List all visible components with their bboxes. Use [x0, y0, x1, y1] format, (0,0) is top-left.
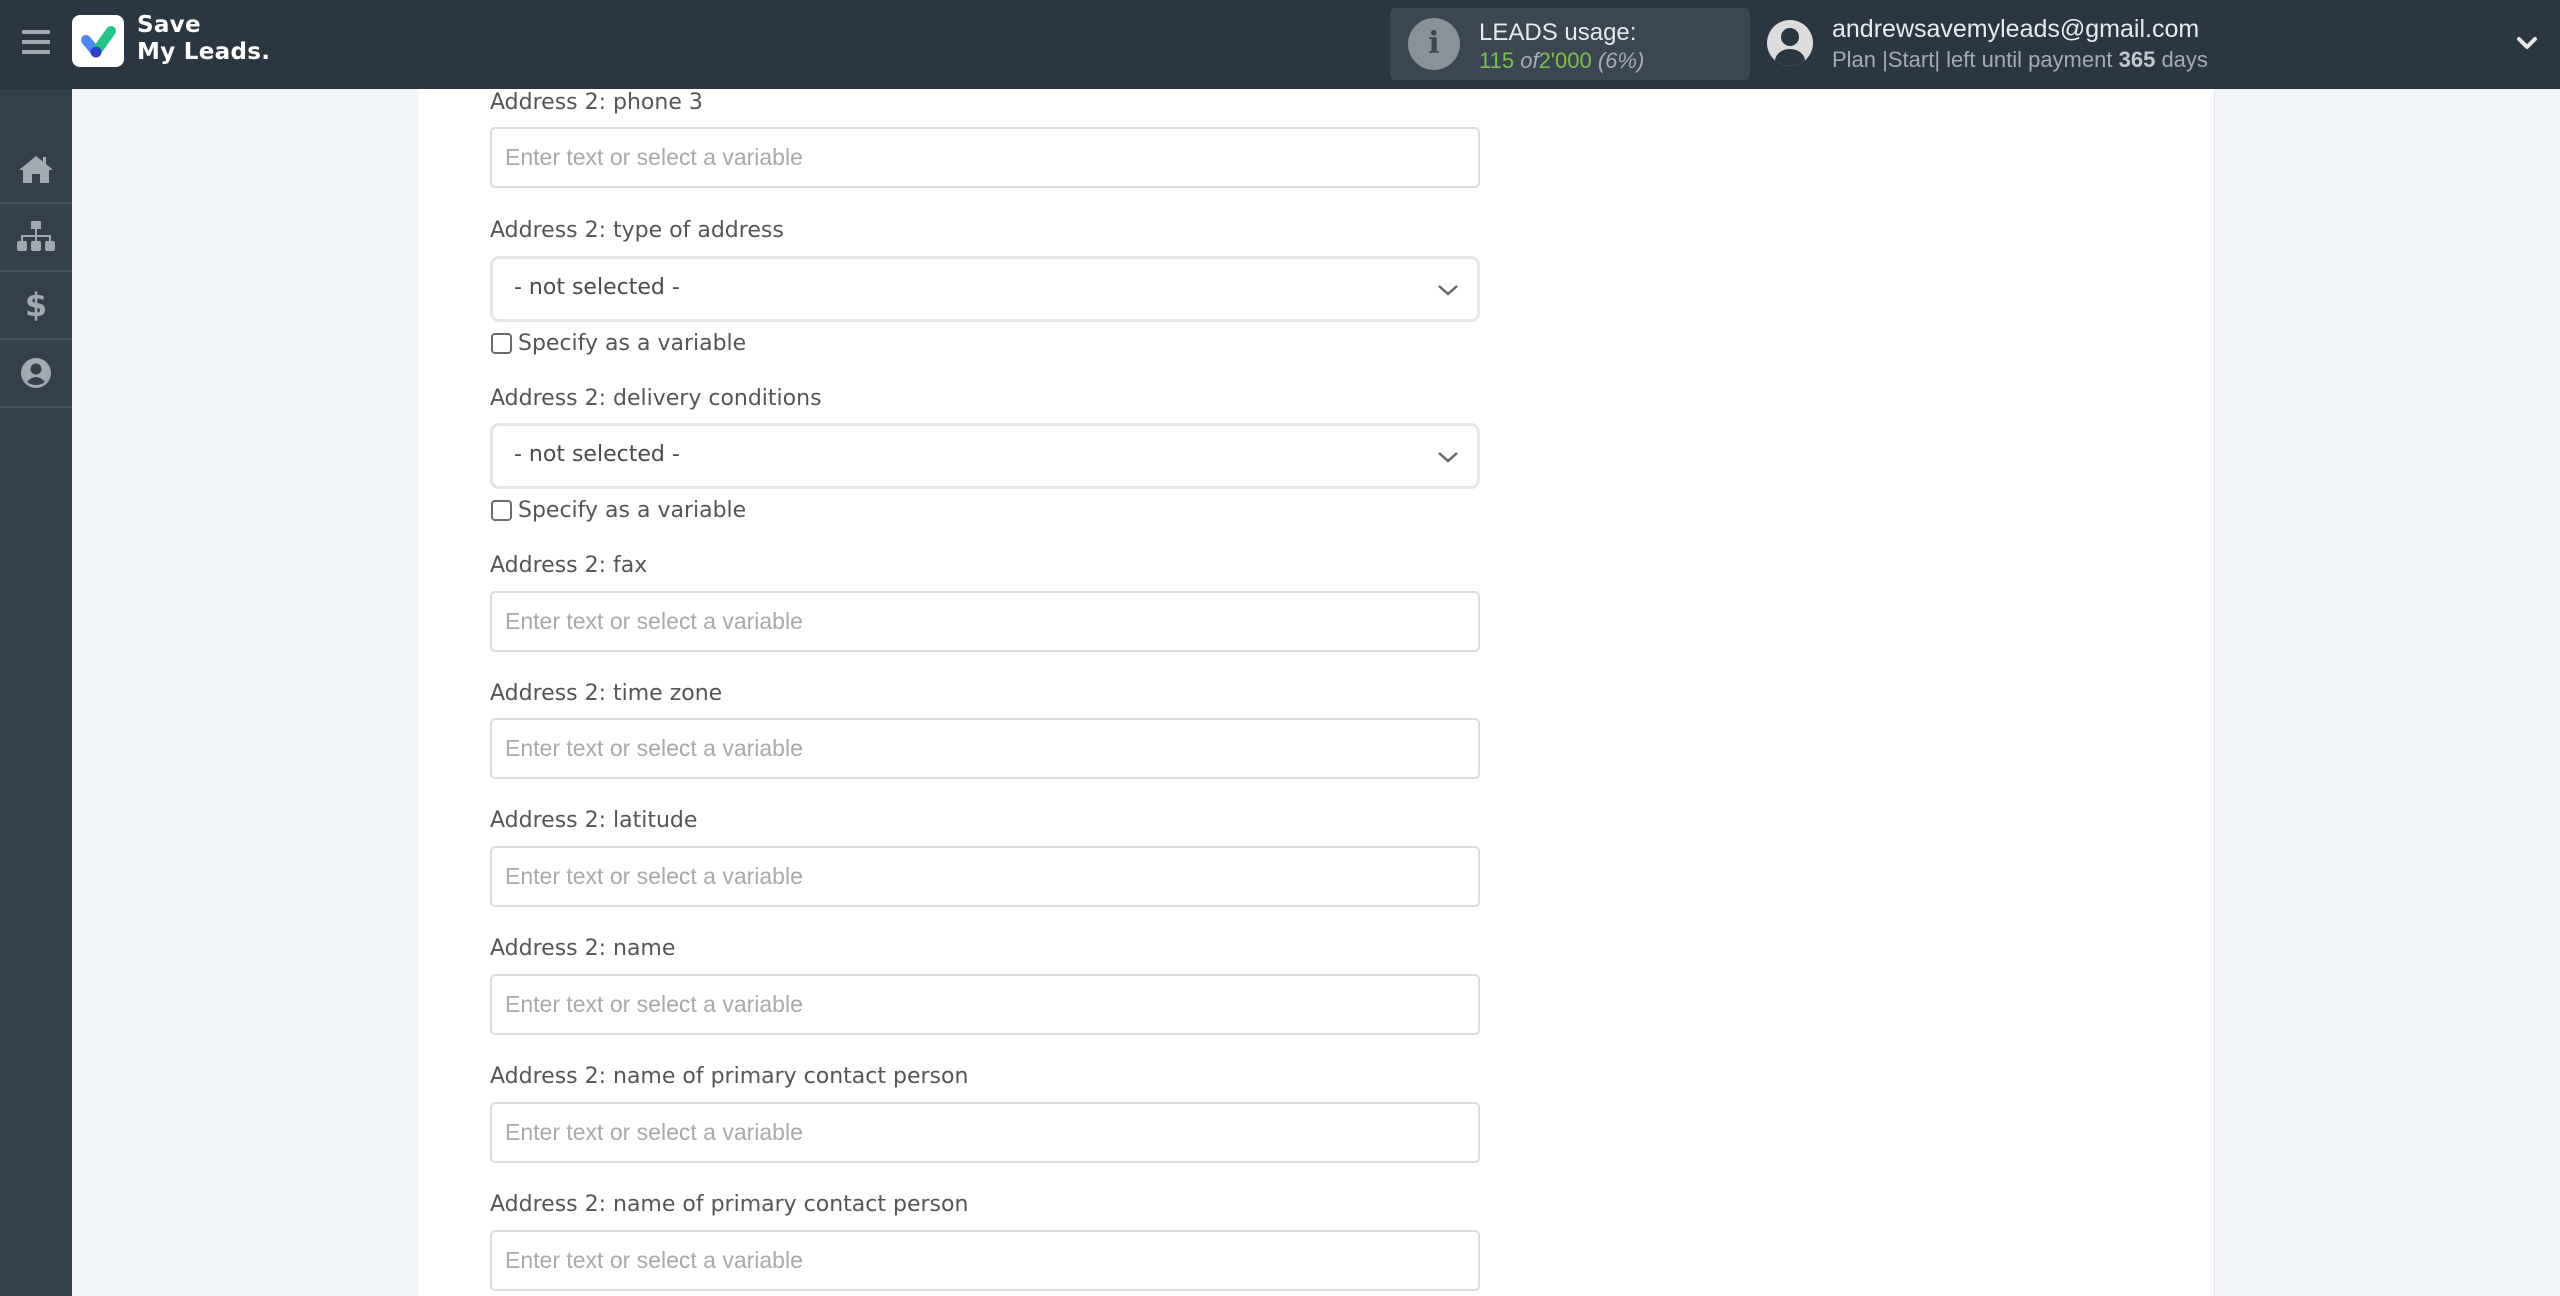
- usage-title: LEADS usage:: [1479, 19, 1637, 46]
- phone-3-input[interactable]: [490, 127, 1480, 188]
- sidebar-item-connections[interactable]: [0, 204, 72, 272]
- chevron-down-icon: [1438, 285, 1458, 296]
- field-label-phone-3: Address 2: phone 3: [490, 90, 703, 115]
- field-label-type-of-address: Address 2: type of address: [490, 218, 784, 243]
- delivery-conditions-select[interactable]: - not selected -: [490, 423, 1480, 489]
- logo-text[interactable]: Save My Leads.: [137, 12, 270, 66]
- select-value: - not selected -: [514, 442, 680, 467]
- hamburger-line: [22, 30, 50, 34]
- select-value: - not selected -: [514, 275, 680, 300]
- name-input[interactable]: [490, 974, 1480, 1035]
- field-label-fax: Address 2: fax: [490, 553, 648, 578]
- info-icon: i: [1408, 18, 1460, 70]
- primary-contact-input[interactable]: [490, 1102, 1480, 1163]
- checkbox-label: Specify as a variable: [518, 497, 747, 523]
- usage-of: of: [1520, 48, 1539, 73]
- field-label-primary-contact: Address 2: name of primary contact perso…: [490, 1064, 969, 1089]
- sidebar-item-account[interactable]: [0, 340, 72, 408]
- time-zone-input[interactable]: [490, 718, 1480, 779]
- field-label-time-zone: Address 2: time zone: [490, 681, 723, 706]
- usage-used: 115: [1479, 48, 1515, 73]
- field-label-primary-contact-2: Address 2: name of primary contact perso…: [490, 1192, 969, 1217]
- user-circle-icon: [21, 358, 51, 388]
- dollar-icon: $: [24, 286, 48, 324]
- type-of-address-select[interactable]: - not selected -: [490, 256, 1480, 322]
- chevron-down-icon: [1438, 452, 1458, 463]
- user-avatar-icon[interactable]: [1767, 20, 1813, 66]
- logo-icon[interactable]: [72, 15, 124, 67]
- usage-count: 115 of2'000 (6%): [1479, 48, 1644, 74]
- user-email[interactable]: andrewsavemyleads@gmail.com: [1832, 15, 2199, 44]
- account-dropdown-chevron-icon[interactable]: [2512, 30, 2542, 56]
- field-label-delivery-conditions: Address 2: delivery conditions: [490, 386, 822, 411]
- plan-prefix: Plan |Start| left until payment: [1832, 47, 2113, 72]
- field-label-name: Address 2: name: [490, 936, 676, 961]
- delivery-conditions-specify-variable[interactable]: Specify as a variable: [491, 497, 746, 523]
- avatar-body: [1775, 49, 1805, 66]
- checkbox[interactable]: [491, 499, 512, 521]
- avatar-head: [1781, 28, 1799, 46]
- home-icon: [19, 156, 53, 183]
- latitude-input[interactable]: [490, 846, 1480, 907]
- leads-usage-panel: i LEADS usage: 115 of2'000 (6%): [1390, 8, 1750, 80]
- usage-total: 2'000: [1538, 48, 1592, 73]
- plan-days: 365: [2118, 47, 2156, 72]
- field-label-latitude: Address 2: latitude: [490, 808, 698, 833]
- plan-days-suffix: days: [2161, 47, 2208, 72]
- top-header: Save My Leads. i LEADS usage: 115 of2'00…: [0, 0, 2560, 89]
- sidebar-item-billing[interactable]: $: [0, 272, 72, 340]
- hamburger-menu-icon[interactable]: [20, 28, 52, 56]
- checkbox-label: Specify as a variable: [518, 330, 747, 356]
- fax-input[interactable]: [490, 591, 1480, 652]
- usage-percent: (6%): [1597, 48, 1645, 73]
- logo-line-2: My Leads.: [137, 39, 271, 65]
- logo-line-1: Save: [137, 12, 201, 38]
- hamburger-line: [22, 50, 50, 54]
- sidebar-item-home[interactable]: [0, 136, 72, 204]
- sitemap-icon: [17, 221, 55, 251]
- hamburger-line: [22, 40, 50, 44]
- user-plan-info: Plan |Start| left until payment 365 days: [1832, 47, 2208, 73]
- checkbox[interactable]: [491, 332, 512, 354]
- sidebar: $: [0, 89, 72, 1296]
- type-of-address-specify-variable[interactable]: Specify as a variable: [491, 330, 746, 356]
- primary-contact-input-2[interactable]: [490, 1230, 1480, 1291]
